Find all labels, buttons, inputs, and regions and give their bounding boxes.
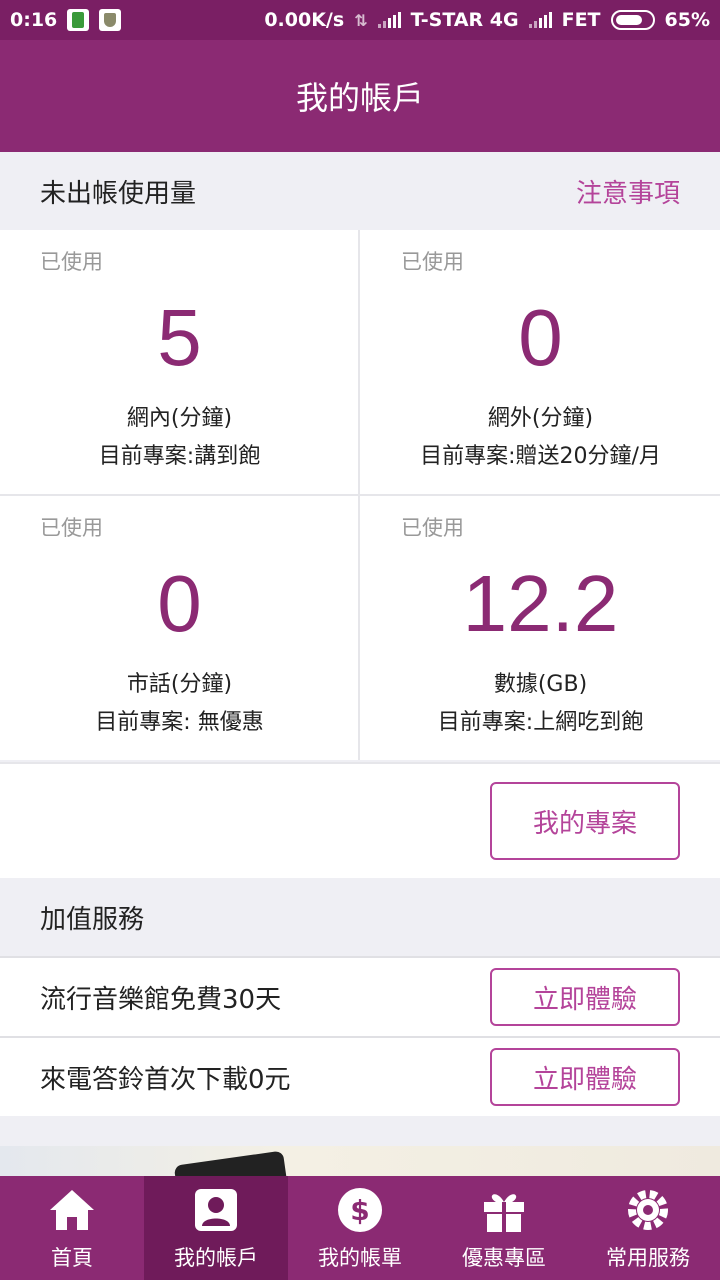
gift-icon — [484, 1194, 524, 1232]
usage-plan: 目前專案: 無優惠 — [95, 710, 264, 735]
service-name: 流行音樂館免費30天 — [40, 984, 282, 1015]
tab-label: 我的帳單 — [318, 1246, 402, 1270]
my-plan-button[interactable]: 我的專案 — [490, 782, 680, 860]
usage-value: 0 — [518, 293, 563, 382]
usage-plan: 目前專案:上網吃到飽 — [437, 710, 644, 735]
home-icon — [50, 1190, 94, 1230]
usage-card-offnet: 已使用 0 網外(分鐘) 目前專案:贈送20分鐘/月 — [361, 230, 720, 494]
service-row: 來電答鈴首次下載0元 立即體驗 — [0, 1038, 720, 1116]
usage-card-data: 已使用 12.2 數據(GB) 目前專案:上網吃到飽 — [361, 496, 720, 760]
grid-divider-horizontal — [0, 494, 720, 496]
app-bar: 我的帳戶 — [0, 40, 720, 152]
data-activity-icon: ⇅ — [354, 10, 368, 30]
used-label: 已使用 — [40, 516, 103, 540]
usage-grid: 已使用 5 網內(分鐘) 目前專案:講到飽 已使用 0 網外(分鐘) 目前專案:… — [0, 230, 720, 760]
usage-label: 網內(分鐘) — [126, 406, 233, 431]
status-bar: 0:16 0.00K/s ⇅ T-STAR 4G FET 65% — [0, 0, 720, 40]
app-notification-icon — [67, 9, 90, 31]
status-time: 0:16 — [10, 9, 58, 31]
usage-card-landline: 已使用 0 市話(分鐘) 目前專案: 無優惠 — [0, 496, 359, 760]
tab-promotions[interactable]: 優惠專區 — [432, 1176, 576, 1280]
battery-level: 65% — [664, 9, 710, 31]
usage-card-onnet: 已使用 5 網內(分鐘) 目前專案:講到飽 — [0, 230, 359, 494]
usage-value: 0 — [157, 559, 202, 648]
usage-label: 市話(分鐘) — [126, 672, 233, 697]
usage-plan: 目前專案:贈送20分鐘/月 — [420, 444, 661, 469]
carrier-2: FET — [561, 9, 601, 31]
value-added-section-header: 加值服務 — [0, 878, 720, 956]
page-title: 我的帳戶 — [295, 79, 424, 117]
signal-icon — [528, 12, 552, 28]
my-plan-area: 我的專案 — [0, 762, 720, 878]
usage-section-title: 未出帳使用量 — [40, 178, 197, 209]
used-label: 已使用 — [401, 516, 464, 540]
svg-text:$: $ — [350, 1194, 369, 1227]
tab-my-bill[interactable]: $ 我的帳單 — [288, 1176, 432, 1280]
value-added-section-title: 加值服務 — [40, 904, 145, 935]
tab-label: 優惠專區 — [462, 1246, 546, 1270]
try-now-button[interactable]: 立即體驗 — [490, 968, 680, 1026]
used-label: 已使用 — [401, 250, 464, 274]
security-notification-icon — [99, 9, 122, 31]
dollar-icon: $ — [338, 1188, 382, 1232]
tab-label: 首頁 — [51, 1246, 93, 1270]
try-now-button[interactable]: 立即體驗 — [490, 1048, 680, 1106]
net-speed: 0.00K/s — [264, 9, 345, 31]
bottom-tab-bar: 首頁 我的帳戶 $ 我的帳單 優惠專區 常用服務 — [0, 1176, 720, 1280]
carrier-1: T-STAR 4G — [410, 9, 519, 31]
usage-value: 12.2 — [462, 559, 619, 648]
usage-label: 網外(分鐘) — [487, 406, 594, 431]
usage-section-header: 未出帳使用量 注意事項 — [0, 152, 720, 230]
usage-value: 5 — [157, 293, 202, 382]
account-icon — [195, 1189, 237, 1231]
tab-label: 我的帳戶 — [174, 1246, 258, 1270]
service-name: 來電答鈴首次下載0元 — [40, 1064, 291, 1095]
promo-banner[interactable] — [0, 1146, 720, 1180]
battery-icon — [610, 10, 655, 30]
used-label: 已使用 — [40, 250, 103, 274]
service-row: 流行音樂館免費30天 立即體驗 — [0, 958, 720, 1036]
tab-my-account[interactable]: 我的帳戶 — [144, 1176, 288, 1280]
gear-icon — [628, 1190, 668, 1230]
signal-icon — [377, 12, 401, 28]
usage-plan: 目前專案:講到飽 — [98, 444, 261, 469]
tab-label: 常用服務 — [606, 1246, 690, 1270]
tab-home[interactable]: 首頁 — [0, 1176, 144, 1280]
tab-common-services[interactable]: 常用服務 — [576, 1176, 720, 1280]
notice-link[interactable]: 注意事項 — [576, 173, 680, 210]
usage-label: 數據(GB) — [493, 672, 588, 697]
